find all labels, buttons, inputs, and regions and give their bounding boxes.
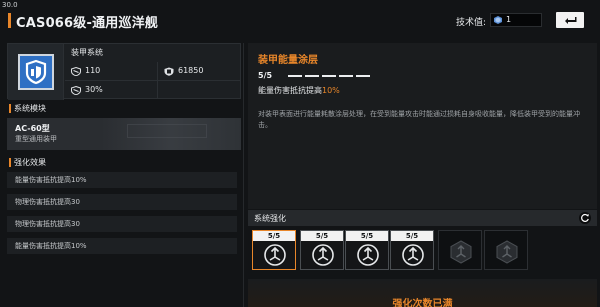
- strengthen-max-text: 强化次数已满: [392, 299, 453, 307]
- section-accent: [9, 158, 11, 167]
- fps-counter: 30.0: [2, 1, 18, 9]
- back-button[interactable]: [556, 12, 584, 28]
- effect-row: 能量伤害抵抗提高10%: [7, 172, 237, 188]
- module-artwork-frame: [127, 124, 207, 138]
- tech-value-label: 技术值:: [456, 18, 487, 28]
- effect-row: 物理伤害抵抗提高30: [7, 216, 237, 232]
- strengthen-slot-2[interactable]: 5/5: [300, 230, 344, 270]
- page-title: CAS066级-通用巡洋舰: [16, 16, 159, 31]
- right-panel: 装甲能量涂层 5/5 能量伤害抵抗提高10% 对装甲表面进行能量耗散涂层处理，在…: [248, 43, 597, 307]
- detail-description: 对装甲表面进行能量耗散涂层处理，在受到能量攻击时能通过损耗自身吸收能量，降低装甲…: [258, 110, 580, 129]
- armor-icon: [71, 67, 81, 76]
- detail-panel: 装甲能量涂层 5/5 能量伤害抵抗提高10% 对装甲表面进行能量耗散涂层处理，在…: [248, 43, 597, 209]
- strengthen-slot-4[interactable]: 5/5: [390, 230, 434, 270]
- refresh-icon: [581, 213, 589, 222]
- slot-level-label: 5/5: [253, 231, 295, 241]
- module-icon-frame[interactable]: [8, 44, 64, 100]
- panel-divider: [243, 43, 244, 307]
- strengthen-title: 系统强化: [254, 214, 286, 223]
- level-pip: [339, 75, 353, 77]
- strengthen-header: 系统强化: [248, 210, 597, 226]
- detail-effect-value: 10%: [322, 86, 340, 95]
- locked-node-icon: [450, 240, 472, 264]
- stat-resist-value: 30%: [85, 85, 103, 94]
- strengthen-slot-1[interactable]: 5/5: [252, 230, 296, 270]
- level-pip: [356, 75, 370, 77]
- section-accent: [9, 104, 11, 113]
- upgrade-arrow-icon: [264, 244, 286, 266]
- system-module-title: 系统模块: [14, 104, 46, 113]
- strengthen-slot-3[interactable]: 5/5: [345, 230, 389, 270]
- system-module-name: AC-60型: [15, 124, 50, 133]
- armor-icon: [71, 86, 81, 95]
- stat-armor-value: 110: [85, 66, 101, 75]
- strengthen-slot-5[interactable]: [438, 230, 482, 270]
- divider: [65, 80, 241, 81]
- level-pip: [322, 75, 336, 77]
- effect-text: 能量伤害抵抗提高10%: [15, 176, 87, 184]
- module-name: 装甲系统: [71, 48, 103, 57]
- stat-hull-value: 61850: [178, 66, 204, 75]
- locked-node-icon: [496, 240, 518, 264]
- hull-icon: [164, 67, 174, 76]
- title-accent: [8, 13, 11, 28]
- detail-title: 装甲能量涂层: [258, 55, 318, 66]
- slot-level-label: 5/5: [346, 231, 388, 241]
- left-panel: 装甲系统 110 61850 30% 系统模块 AC-60型 重型通用装甲 强化…: [7, 43, 241, 303]
- effect-text: 能量伤害抵抗提高10%: [15, 242, 87, 250]
- effect-text: 物理伤害抵抗提高30: [15, 198, 80, 206]
- detail-effect-prefix: 能量伤害抵抗提高: [258, 86, 322, 95]
- upgrade-arrow-icon: [357, 244, 379, 266]
- upgrade-arrow-icon: [402, 244, 424, 266]
- module-card: 装甲系统 110 61850 30%: [7, 43, 241, 100]
- slot-level-label: 5/5: [301, 231, 343, 241]
- effects-title: 强化效果: [14, 158, 46, 167]
- refresh-button[interactable]: [579, 212, 591, 224]
- effect-row: 能量伤害抵抗提高10%: [7, 238, 237, 254]
- back-arrow-icon: [565, 17, 577, 24]
- system-module-type: 重型通用装甲: [15, 135, 57, 143]
- header-bar: CAS066级-通用巡洋舰 技术值: 1: [0, 10, 600, 32]
- level-pip: [305, 75, 319, 77]
- effect-row: 物理伤害抵抗提高30: [7, 194, 237, 210]
- system-module-card[interactable]: AC-60型 重型通用装甲: [7, 118, 241, 150]
- strengthen-slot-6[interactable]: [484, 230, 528, 270]
- slot-level-label: 5/5: [391, 231, 433, 241]
- detail-effect: 能量伤害抵抗提高10%: [258, 85, 340, 96]
- armor-shield-icon: [18, 54, 54, 90]
- tech-value-box: 1: [490, 13, 542, 27]
- effects-header: 强化效果: [7, 157, 241, 169]
- tech-value: 1: [506, 15, 512, 24]
- upgrade-arrow-icon: [312, 244, 334, 266]
- level-pip: [288, 75, 302, 77]
- detail-level: 5/5: [258, 71, 273, 80]
- strengthen-status-area: 强化次数已满: [248, 279, 597, 307]
- effect-text: 物理伤害抵抗提高30: [15, 220, 80, 228]
- system-module-header: 系统模块: [7, 103, 241, 115]
- tech-gem-icon: [494, 16, 502, 24]
